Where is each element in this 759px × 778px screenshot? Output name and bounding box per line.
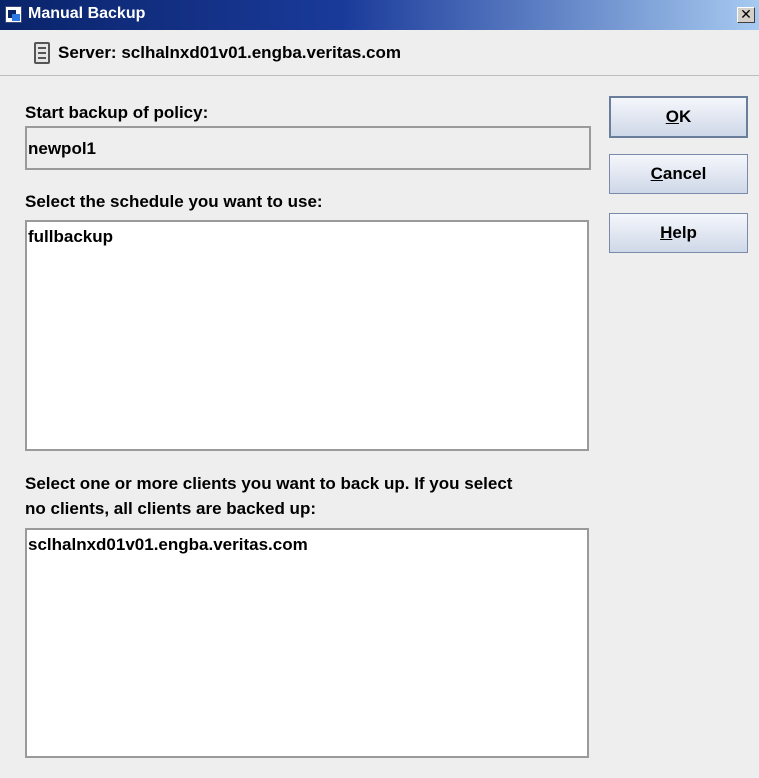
ok-label-rest: K: [678, 107, 692, 126]
policy-label: Start backup of policy:: [25, 103, 209, 122]
server-header: Server: sclhalnxd01v01.engba.veritas.com: [0, 30, 759, 76]
schedule-list[interactable]: fullbackup: [25, 220, 589, 451]
ok-mnemonic: O: [665, 107, 679, 126]
cancel-button[interactable]: Cancel: [609, 154, 748, 194]
ok-button[interactable]: OK: [609, 96, 748, 138]
window-title: Manual Backup: [28, 5, 146, 22]
clients-label-line1: Select one or more clients you want to b…: [25, 474, 513, 493]
clients-list[interactable]: sclhalnxd01v01.engba.veritas.com: [25, 528, 589, 758]
title-bar[interactable]: Manual Backup ✕: [0, 0, 759, 30]
policy-field: newpol1: [25, 126, 591, 170]
window-app-icon: [5, 6, 22, 23]
server-label: Server: sclhalnxd01v01.engba.veritas.com: [58, 43, 402, 62]
help-button[interactable]: Help: [609, 213, 748, 253]
server-icon: [34, 42, 50, 64]
close-icon[interactable]: ✕: [737, 7, 755, 23]
policy-value: newpol1: [28, 139, 97, 158]
clients-label-line2: no clients, all clients are backed up:: [25, 499, 316, 518]
list-item[interactable]: fullbackup: [28, 227, 587, 247]
list-item[interactable]: sclhalnxd01v01.engba.veritas.com: [28, 535, 587, 555]
cancel-label-rest: ancel: [662, 164, 707, 183]
schedule-label: Select the schedule you want to use:: [25, 192, 323, 211]
help-label-rest: elp: [672, 223, 697, 242]
help-mnemonic: H: [660, 223, 673, 242]
cancel-mnemonic: C: [650, 164, 663, 183]
